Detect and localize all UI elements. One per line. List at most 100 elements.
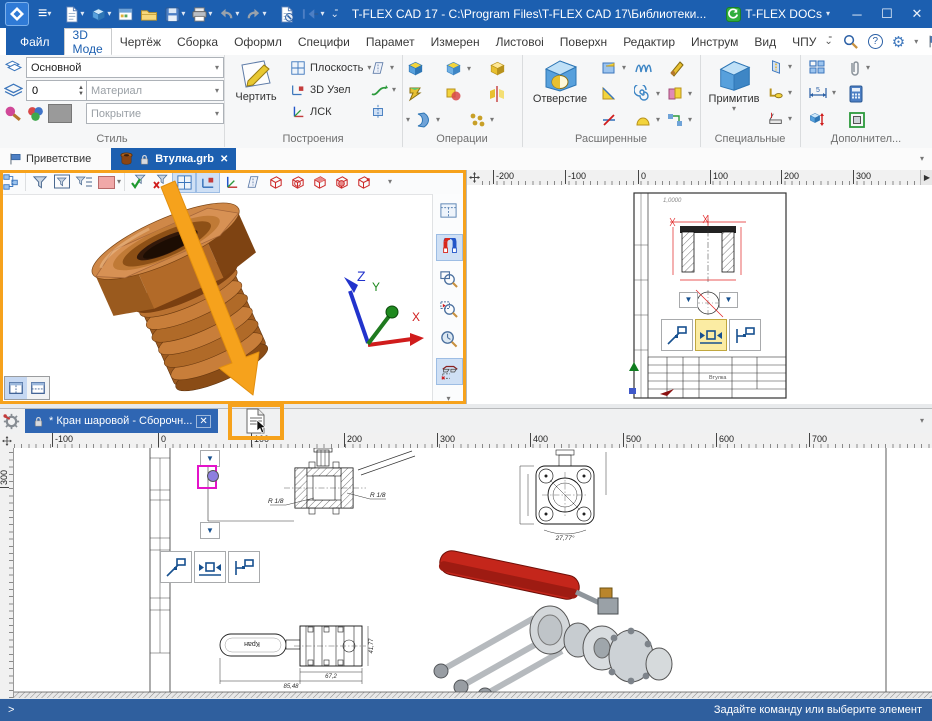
blend-button[interactable]: ▾ <box>600 59 626 77</box>
help-button[interactable]: ? <box>868 34 883 49</box>
zoom-all-button[interactable] <box>436 326 461 351</box>
open-button[interactable] <box>137 2 161 26</box>
shaded-view-button[interactable] <box>308 172 330 192</box>
level-icon[interactable] <box>3 80 23 100</box>
color-spray-icon[interactable] <box>3 103 23 123</box>
fragments-button[interactable] <box>808 59 826 77</box>
lcs-item[interactable]: ЛСК <box>290 104 332 120</box>
coating-swatch[interactable] <box>48 104 72 123</box>
tab-3d-model[interactable]: 3D Моде <box>64 28 112 56</box>
trim-button[interactable] <box>600 111 618 129</box>
window-layout-button[interactable] <box>436 198 461 223</box>
app-logo-icon[interactable] <box>5 2 29 26</box>
section-view-button[interactable] <box>695 319 727 351</box>
vertex-view-button[interactable] <box>352 172 374 192</box>
section-button[interactable] <box>370 104 386 120</box>
tab-parameters[interactable]: Парамет <box>358 28 423 55</box>
zoom-selection-button[interactable] <box>436 296 461 321</box>
tab-bom[interactable]: Специфи <box>290 28 358 55</box>
model-tree-button[interactable] <box>0 172 22 192</box>
close-doc-icon[interactable]: ✕ <box>220 154 228 165</box>
new-3d-document-button[interactable]: ▾ <box>87 2 114 26</box>
tab-edit[interactable]: Редактир <box>615 28 683 55</box>
attach-button[interactable]: ▾ <box>848 59 870 77</box>
layers-icon[interactable] <box>3 57 23 77</box>
workplane-item[interactable]: Плоскость▾ <box>290 60 371 76</box>
tflex-docs-button[interactable]: T-FLEX DOCs ▾ <box>720 2 836 26</box>
close-doc-icon[interactable]: ✕ <box>196 415 210 428</box>
convert-button[interactable] <box>848 111 866 129</box>
layer-combobox[interactable]: Основной▾ <box>26 57 224 78</box>
object-snap-magnet-button[interactable] <box>436 234 463 261</box>
bottom-tab-list-dropdown[interactable]: ▾ <box>920 417 924 425</box>
side-toolbar-more-button[interactable]: ▾ <box>436 392 461 404</box>
filter-list-button[interactable] <box>73 172 95 192</box>
save-button[interactable]: ▾ <box>161 2 188 26</box>
fragment-handle-dot[interactable] <box>207 470 219 482</box>
ruler-scroll-right[interactable]: ▶ <box>920 170 932 185</box>
loft-button[interactable] <box>406 85 424 103</box>
doc-tab-bushing[interactable]: Втулка.grb ✕ <box>111 148 236 170</box>
triad-toggle-button[interactable] <box>220 172 242 192</box>
collapse-ribbon-button[interactable]: ⌄̄ <box>824 36 832 47</box>
split-view-button[interactable] <box>27 377 49 399</box>
drawing-2d-pane[interactable]: -200 -100 0 100 200 300 ▶ 1,0000 <box>466 170 932 404</box>
animate-button[interactable] <box>808 111 826 129</box>
filter-button[interactable] <box>29 172 51 192</box>
filter-apply-button[interactable] <box>128 172 150 192</box>
tab-sheet-metal[interactable]: Листовоі <box>488 28 552 55</box>
calculator-button[interactable] <box>848 85 864 103</box>
connector-button[interactable]: ▾ <box>666 111 692 129</box>
palette-icon[interactable] <box>25 103 45 123</box>
options-gear-button[interactable]: ⚙ <box>892 33 905 51</box>
copy-operation-button[interactable] <box>488 59 507 78</box>
command-prompt[interactable]: > <box>8 704 14 716</box>
tab-surfaces[interactable]: Поверхн <box>552 28 615 55</box>
slot-button[interactable]: ▾ <box>768 85 792 101</box>
undo-button[interactable]: ▾ <box>215 2 242 26</box>
tab-tools[interactable]: Инструм <box>683 28 746 55</box>
view-dropdown-right[interactable]: ▼ <box>719 292 738 308</box>
construction-plane-button[interactable]: ▾ <box>370 60 394 76</box>
hole-button[interactable]: Отверстие <box>528 57 592 125</box>
sheet-faces-button[interactable]: ▾ <box>666 85 692 103</box>
symmetry-button[interactable] <box>488 85 506 103</box>
level-spinner[interactable]: 0▲▼ <box>26 80 87 101</box>
section-view-button[interactable] <box>194 551 226 583</box>
drawing-canvas-bottom[interactable]: R 1/8 R 1/8 <box>14 448 932 698</box>
view-dropdown-left[interactable]: ▼ <box>679 292 698 308</box>
document-parameters-button[interactable] <box>275 2 298 26</box>
local-section-button[interactable] <box>228 551 260 583</box>
selection-style-dropdown[interactable]: ▾ <box>117 178 121 186</box>
minimize-button[interactable]: ─ <box>842 0 872 28</box>
tab-drawing[interactable]: Чертёж <box>112 28 169 55</box>
doc-tab-welcome[interactable]: Приветствие <box>0 148 99 170</box>
main-menu-button[interactable]: ≡▾ <box>35 2 54 26</box>
redo-button[interactable]: ▾ <box>242 2 269 26</box>
last-command-button[interactable]: ▾ <box>298 2 327 26</box>
zoom-window-button[interactable] <box>436 266 461 291</box>
array-button[interactable]: ▾ <box>468 111 494 129</box>
pan-view-icon[interactable] <box>467 170 483 186</box>
shell-button[interactable]: ▾▾ <box>406 111 440 129</box>
projection-view-button[interactable] <box>160 551 192 583</box>
pan-view-icon[interactable] <box>0 433 15 449</box>
projection-view-button[interactable] <box>661 319 693 351</box>
welcome-window-button[interactable] <box>114 2 137 26</box>
customize-quick-access-button[interactable]: ⌄̄ <box>327 2 341 26</box>
plane-toggle-button[interactable] <box>242 172 264 192</box>
drawing-canvas-right[interactable]: 1,0000 <box>467 185 932 404</box>
wedge-button[interactable]: ▾ <box>768 111 792 127</box>
filter-window-button[interactable] <box>51 172 73 192</box>
3d-path-button[interactable]: ▾ <box>370 82 396 98</box>
material-combobox[interactable]: Материал▾ <box>86 80 224 101</box>
measure-dimension-button[interactable]: 5▾ <box>808 85 836 101</box>
print-button[interactable]: ▾ <box>188 2 215 26</box>
tab-annotate[interactable]: Оформл <box>226 28 290 55</box>
fragment-dropdown-bottom[interactable]: ▼ <box>200 522 220 539</box>
hidden-edges-view-button[interactable] <box>286 172 308 192</box>
single-view-button[interactable] <box>5 377 27 399</box>
tab-cnc[interactable]: ЧПУ <box>784 28 824 55</box>
toolbar-overflow-dropdown[interactable]: ▾ <box>388 178 392 186</box>
primitive-button[interactable]: Примитив ▾ <box>704 57 764 125</box>
